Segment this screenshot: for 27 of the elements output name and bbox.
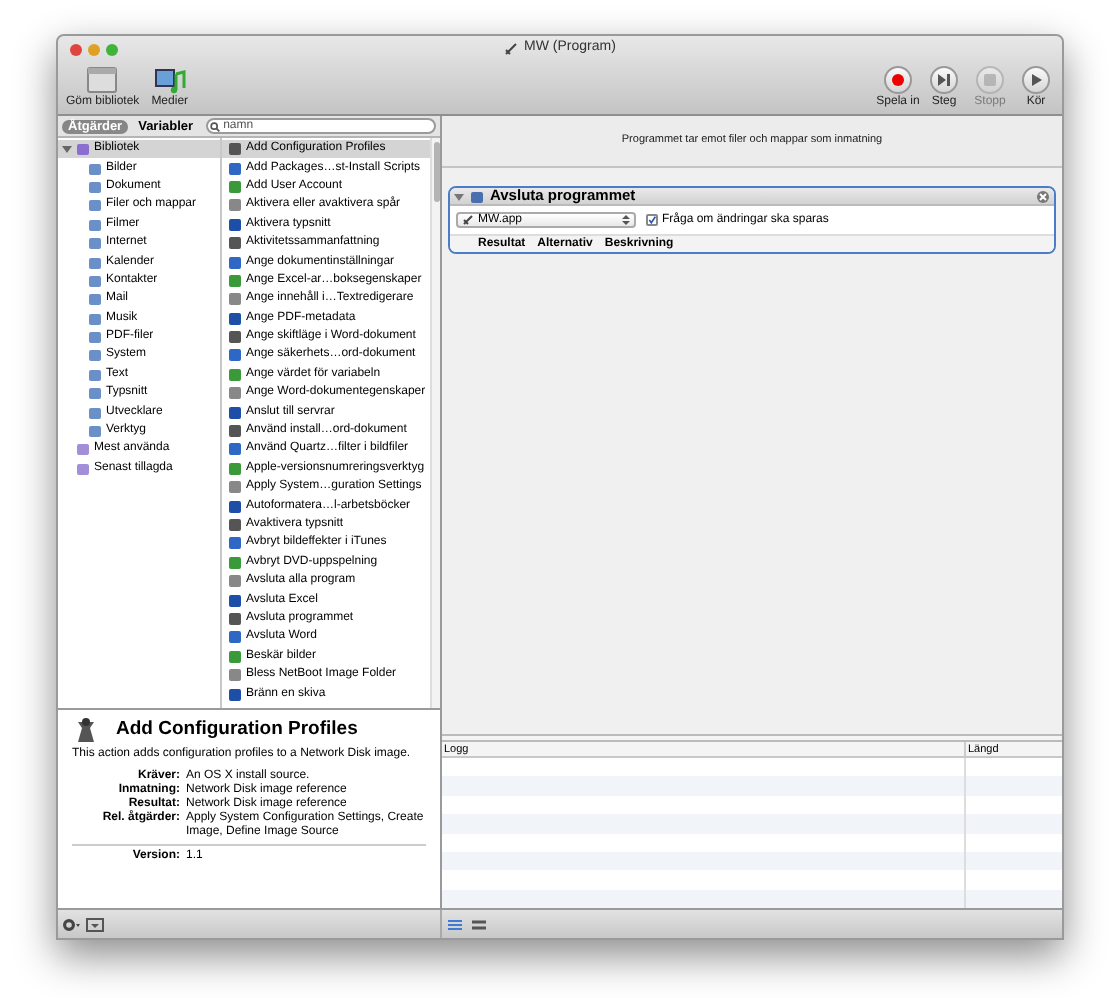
close-button[interactable] xyxy=(70,43,82,55)
zoom-button[interactable] xyxy=(106,43,118,55)
script-icon xyxy=(462,214,474,226)
scrollbar[interactable] xyxy=(430,138,440,708)
script-icon xyxy=(504,41,519,56)
action-icon xyxy=(72,716,100,745)
folder-icon xyxy=(76,142,90,157)
play-icon xyxy=(1028,72,1044,88)
checkmark-icon xyxy=(648,214,656,226)
gear-icon[interactable] xyxy=(62,917,82,931)
media-icon xyxy=(153,66,186,94)
disclosure-down-icon xyxy=(62,144,72,155)
minimize-button[interactable] xyxy=(88,43,100,55)
search-icon xyxy=(209,121,220,131)
list-view-icon[interactable] xyxy=(446,917,464,931)
disclosure-down-icon[interactable] xyxy=(454,191,464,201)
record-icon xyxy=(890,72,906,88)
rows-view-icon[interactable] xyxy=(470,917,488,931)
updown-icon xyxy=(622,214,630,226)
app-icon xyxy=(470,189,484,203)
checkbox[interactable] xyxy=(646,214,658,226)
window-icon xyxy=(86,66,119,94)
description-title: Add Configuration Profiles xyxy=(116,716,358,744)
close-icon[interactable] xyxy=(1036,189,1050,203)
step-icon xyxy=(936,72,952,88)
stop-icon xyxy=(982,72,998,88)
description-toggle-icon[interactable] xyxy=(86,917,104,931)
